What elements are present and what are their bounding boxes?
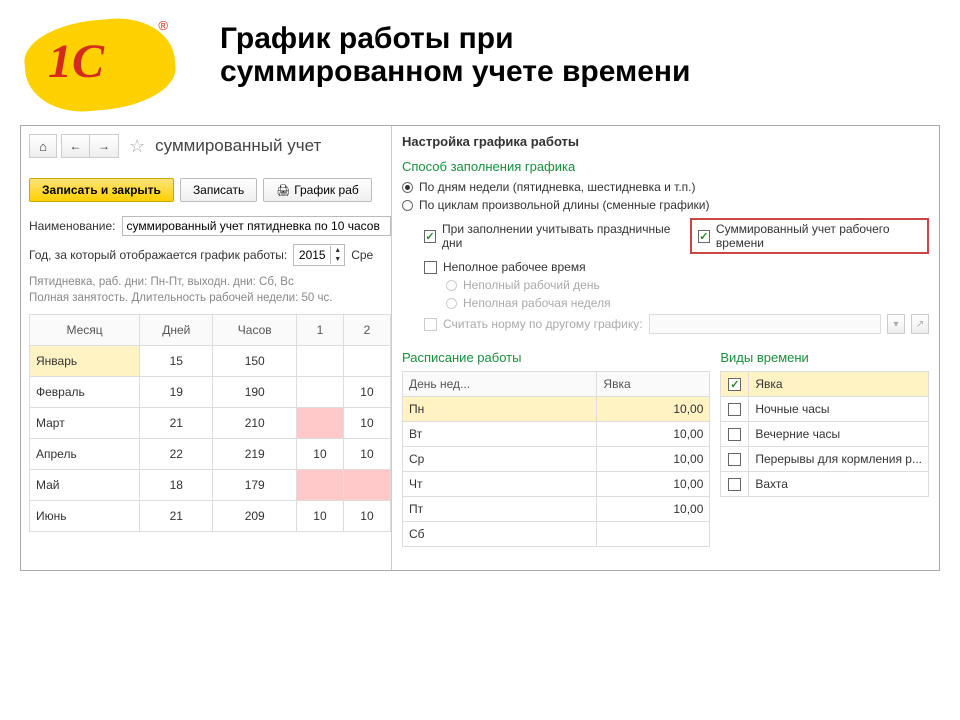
parttime-label: Неполное рабочее время xyxy=(443,260,586,274)
type-checkbox[interactable] xyxy=(728,378,741,391)
holidays-checkbox[interactable] xyxy=(424,230,436,243)
save-button[interactable]: Записать xyxy=(180,178,257,202)
summed-highlight: Суммированный учет рабочего времени xyxy=(690,218,929,254)
sched-col-day: День нед... xyxy=(403,372,597,397)
type-label: Явка xyxy=(749,372,928,396)
back-button[interactable]: ← xyxy=(62,135,90,157)
type-label: Перерывы для кормления р... xyxy=(749,447,928,471)
app-window: ⌂ ← → ☆ суммированный учет Записать и за… xyxy=(20,125,940,571)
table-row[interactable]: Январь15150 xyxy=(30,346,391,377)
radio-by-week[interactable] xyxy=(402,182,413,193)
schedule-row[interactable]: Ср10,00 xyxy=(403,447,710,472)
print-schedule-button[interactable]: График раб xyxy=(263,178,372,202)
table-row[interactable]: Июнь212091010 xyxy=(30,501,391,532)
type-checkbox[interactable] xyxy=(728,428,741,441)
avg-label: Сре xyxy=(351,248,373,262)
table-row[interactable]: Апрель222191010 xyxy=(30,439,391,470)
months-header: Часов xyxy=(213,315,297,346)
norm-label: Считать норму по другому графику: xyxy=(443,317,643,331)
sched-col-hours: Явка xyxy=(597,372,710,397)
home-button[interactable]: ⌂ xyxy=(29,134,57,158)
save-and-close-button[interactable]: Записать и закрыть xyxy=(29,178,174,202)
summed-checkbox[interactable] xyxy=(698,230,710,243)
type-checkbox[interactable] xyxy=(728,453,741,466)
settings-title: Настройка графика работы xyxy=(402,134,929,149)
months-header: Месяц xyxy=(30,315,140,346)
types-row[interactable]: Вечерние часы xyxy=(720,422,929,447)
schedule-row[interactable]: Пн10,00 xyxy=(403,397,710,422)
type-label: Ночные часы xyxy=(749,397,928,421)
schedule-row[interactable]: Пт10,00 xyxy=(403,497,710,522)
schedule-summary: Пятидневка, раб. дни: Пн-Пт, выходн. дни… xyxy=(29,274,391,306)
types-row[interactable]: Вахта xyxy=(720,472,929,497)
schedule-row[interactable]: Чт10,00 xyxy=(403,472,710,497)
months-header: 1 xyxy=(296,315,343,346)
left-panel: ⌂ ← → ☆ суммированный учет Записать и за… xyxy=(21,126,392,570)
types-section: Виды времени xyxy=(720,350,929,365)
norm-open-button[interactable]: ↗ xyxy=(911,314,929,334)
favorite-icon[interactable]: ☆ xyxy=(129,136,145,157)
year-down[interactable]: ▼ xyxy=(331,255,344,264)
fill-method-section: Способ заполнения графика xyxy=(402,159,929,174)
parttime-checkbox[interactable] xyxy=(424,261,437,274)
type-label: Вечерние часы xyxy=(749,422,928,446)
schedule-table[interactable]: День нед... Явка Пн10,00Вт10,00Ср10,00Чт… xyxy=(402,371,710,547)
radio-by-cycle[interactable] xyxy=(402,200,413,211)
table-row[interactable]: Февраль1919010 xyxy=(30,377,391,408)
name-input[interactable] xyxy=(122,216,391,236)
registered-icon: ® xyxy=(158,18,168,33)
holidays-label: При заполнении учитывать праздничные дни xyxy=(442,222,672,250)
table-row[interactable]: Май18179 xyxy=(30,470,391,501)
months-header: Дней xyxy=(140,315,213,346)
types-row[interactable]: Ночные часы xyxy=(720,397,929,422)
slide-title: График работы при суммированном учете вр… xyxy=(220,22,690,88)
partweek-label: Неполная рабочая неделя xyxy=(463,296,611,310)
norm-select-button[interactable]: ▾ xyxy=(887,314,905,334)
nav-back-forward[interactable]: ← → xyxy=(61,134,119,158)
year-spinner[interactable]: ▲ ▼ xyxy=(293,244,345,266)
logo-text: 1C xyxy=(48,34,104,89)
right-panel: Настройка графика работы Способ заполнен… xyxy=(392,126,939,570)
logo-1c: 1C ® xyxy=(20,10,180,110)
table-row[interactable]: Март2121010 xyxy=(30,408,391,439)
name-label: Наименование: xyxy=(29,219,116,233)
radio-by-cycle-label: По циклам произвольной длины (сменные гр… xyxy=(419,198,710,212)
year-input[interactable] xyxy=(294,246,330,264)
types-list[interactable]: ЯвкаНочные часыВечерние часыПерерывы для… xyxy=(720,371,929,497)
schedule-row[interactable]: Сб xyxy=(403,522,710,547)
partday-label: Неполный рабочий день xyxy=(463,278,600,292)
type-checkbox[interactable] xyxy=(728,478,741,491)
forward-button[interactable]: → xyxy=(90,135,118,157)
schedule-section: Расписание работы xyxy=(402,350,710,365)
partday-radio xyxy=(446,280,457,291)
months-table[interactable]: МесяцДнейЧасов12 Январь15150Февраль19190… xyxy=(29,314,391,532)
months-header: 2 xyxy=(343,315,390,346)
window-title: суммированный учет xyxy=(155,136,321,156)
types-row[interactable]: Явка xyxy=(720,371,929,397)
year-up[interactable]: ▲ xyxy=(331,246,344,255)
year-label: Год, за который отображается график рабо… xyxy=(29,248,287,262)
summed-label: Суммированный учет рабочего времени xyxy=(716,222,921,250)
partweek-radio xyxy=(446,298,457,309)
type-checkbox[interactable] xyxy=(728,403,741,416)
type-label: Вахта xyxy=(749,472,928,496)
norm-checkbox xyxy=(424,318,437,331)
schedule-row[interactable]: Вт10,00 xyxy=(403,422,710,447)
radio-by-week-label: По дням недели (пятидневка, шестидневка … xyxy=(419,180,696,194)
slide-header: 1C ® График работы при суммированном уче… xyxy=(0,0,960,125)
types-row[interactable]: Перерывы для кормления р... xyxy=(720,447,929,472)
norm-input xyxy=(649,314,881,334)
